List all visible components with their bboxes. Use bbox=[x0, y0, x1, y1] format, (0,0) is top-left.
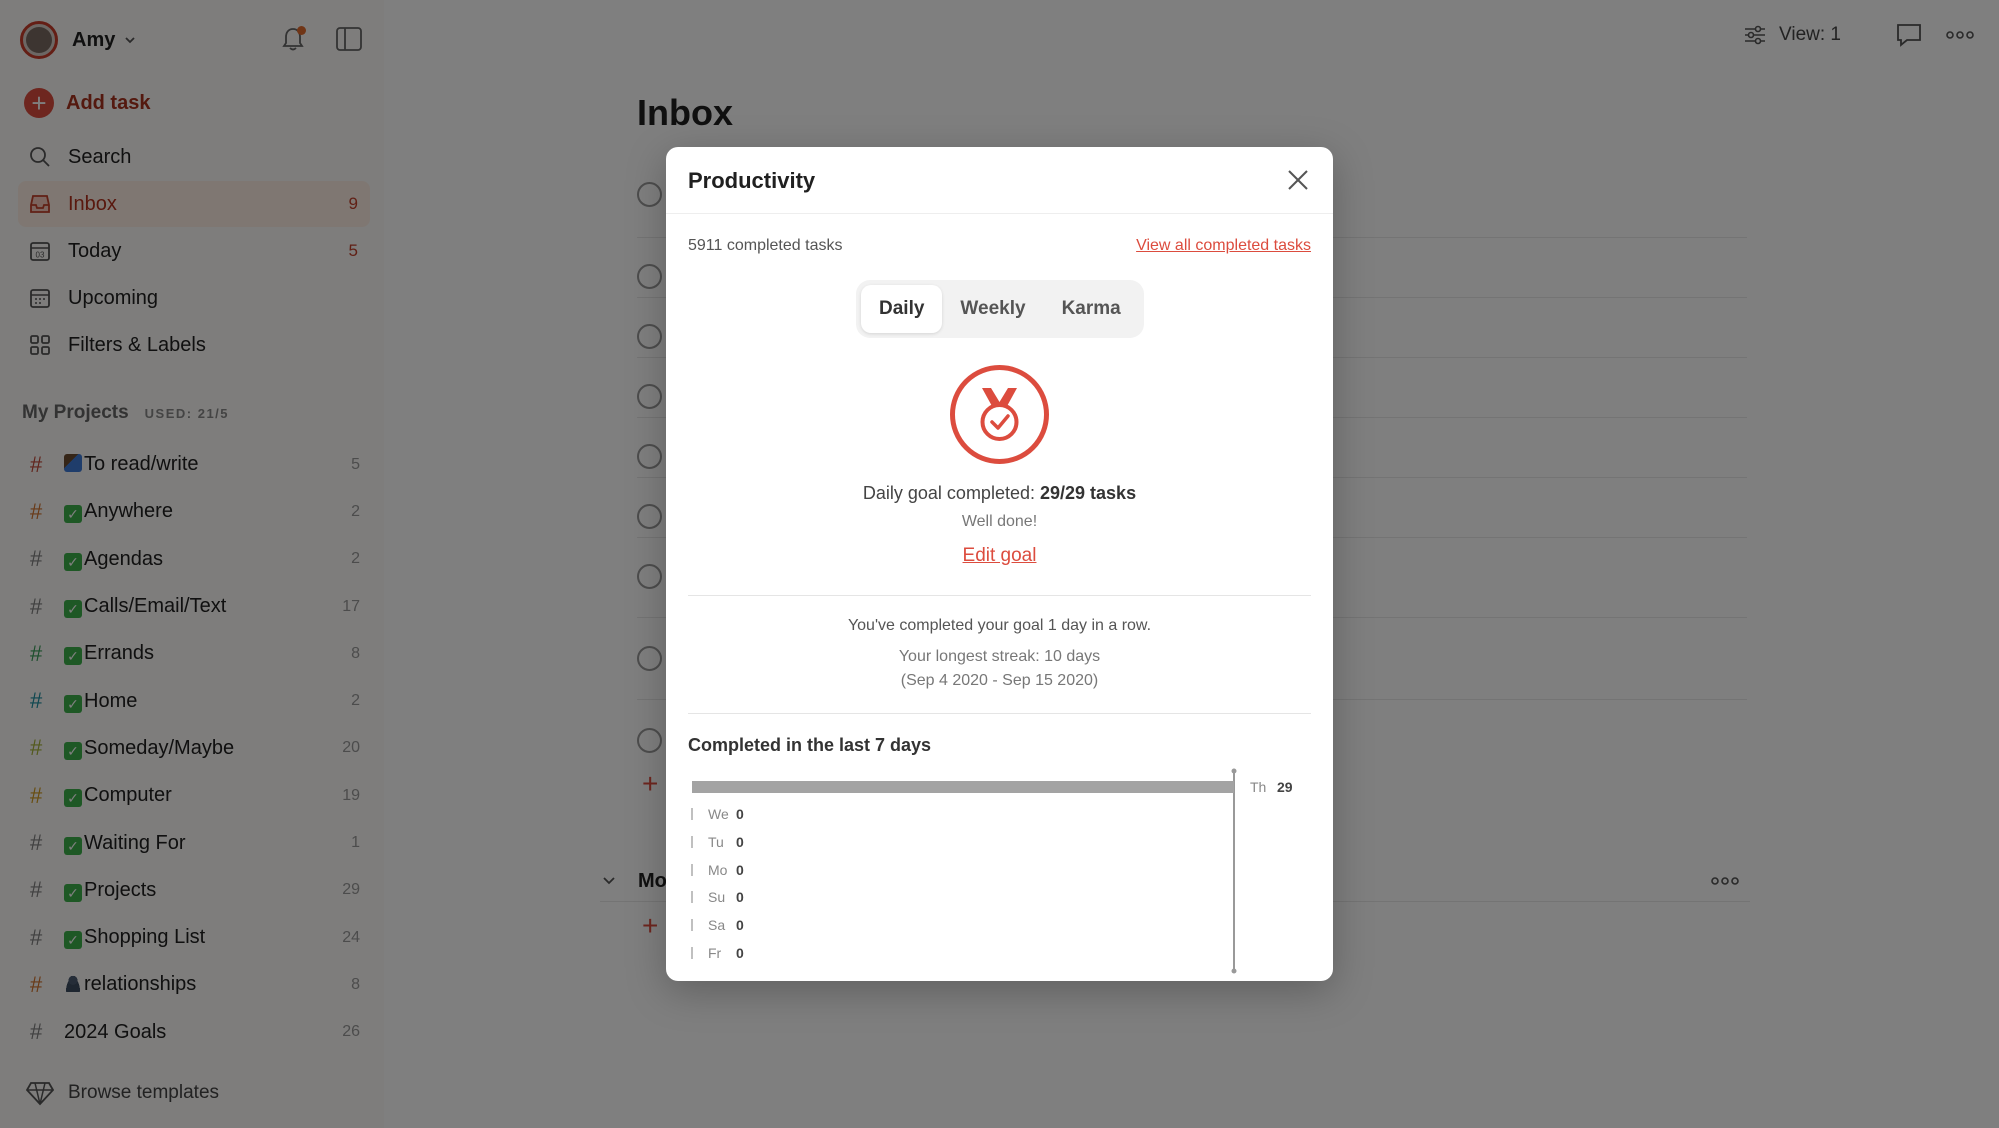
chart-category-label: Th bbox=[1250, 779, 1266, 795]
chart-line-endpoint bbox=[1231, 768, 1237, 774]
tab-weekly[interactable]: Weekly bbox=[942, 285, 1043, 333]
chart-value-label: 29 bbox=[1277, 779, 1293, 795]
goal-prefix: Daily goal completed: bbox=[862, 483, 1035, 503]
completed-count: 5911 completed tasks bbox=[688, 237, 843, 254]
chart-category-label: Su bbox=[708, 889, 725, 905]
period-tabs: Daily Weekly Karma bbox=[856, 280, 1144, 338]
well-done-text: Well done! bbox=[961, 513, 1038, 530]
divider bbox=[688, 713, 1311, 714]
chart-category-label: Tu bbox=[708, 834, 724, 850]
chart-bar bbox=[692, 781, 1234, 793]
chart-value-label: 0 bbox=[736, 945, 744, 961]
chart-category-label: Fr bbox=[708, 945, 722, 961]
goal-value: 29/29 tasks bbox=[1040, 483, 1137, 503]
edit-goal-link[interactable]: Edit goal bbox=[666, 545, 1333, 567]
chart-title: Completed in the last 7 days bbox=[688, 735, 932, 755]
chart-category-label: We bbox=[708, 806, 729, 822]
modal-title: Productivity bbox=[688, 168, 816, 193]
tab-daily[interactable]: Daily bbox=[861, 285, 943, 333]
view-all-completed-link[interactable]: View all completed tasks bbox=[1136, 237, 1311, 255]
chart-category-label: Mo bbox=[708, 862, 728, 878]
divider bbox=[688, 595, 1311, 596]
longest-streak-range: (Sep 4 2020 - Sep 15 2020) bbox=[900, 672, 1099, 689]
chart-value-label: 0 bbox=[736, 862, 744, 878]
completed-7-days-chart: Th 29 We 0 Tu 0 Mo 0 Su 0 Sa 0 Fr 0 bbox=[691, 768, 1293, 974]
chart-value-label: 0 bbox=[736, 917, 744, 933]
longest-streak-text: Your longest streak: 10 days bbox=[898, 648, 1101, 665]
chart-value-label: 0 bbox=[736, 834, 744, 850]
chart-category-label: Sa bbox=[708, 917, 725, 933]
chart-line-endpoint bbox=[1231, 968, 1237, 974]
close-icon[interactable] bbox=[1285, 167, 1311, 193]
chart-value-label: 0 bbox=[736, 806, 744, 822]
current-streak-text: You've completed your goal 1 day in a ro… bbox=[847, 617, 1152, 634]
modal-header: Productivity bbox=[666, 147, 1333, 214]
tab-karma[interactable]: Karma bbox=[1044, 285, 1139, 333]
medal-icon bbox=[950, 365, 1049, 464]
daily-goal-status: Daily goal completed: 29/29 tasks bbox=[666, 483, 1333, 504]
productivity-modal: Productivity 5911 completed tasks View a… bbox=[666, 147, 1333, 981]
chart-value-label: 0 bbox=[736, 889, 744, 905]
